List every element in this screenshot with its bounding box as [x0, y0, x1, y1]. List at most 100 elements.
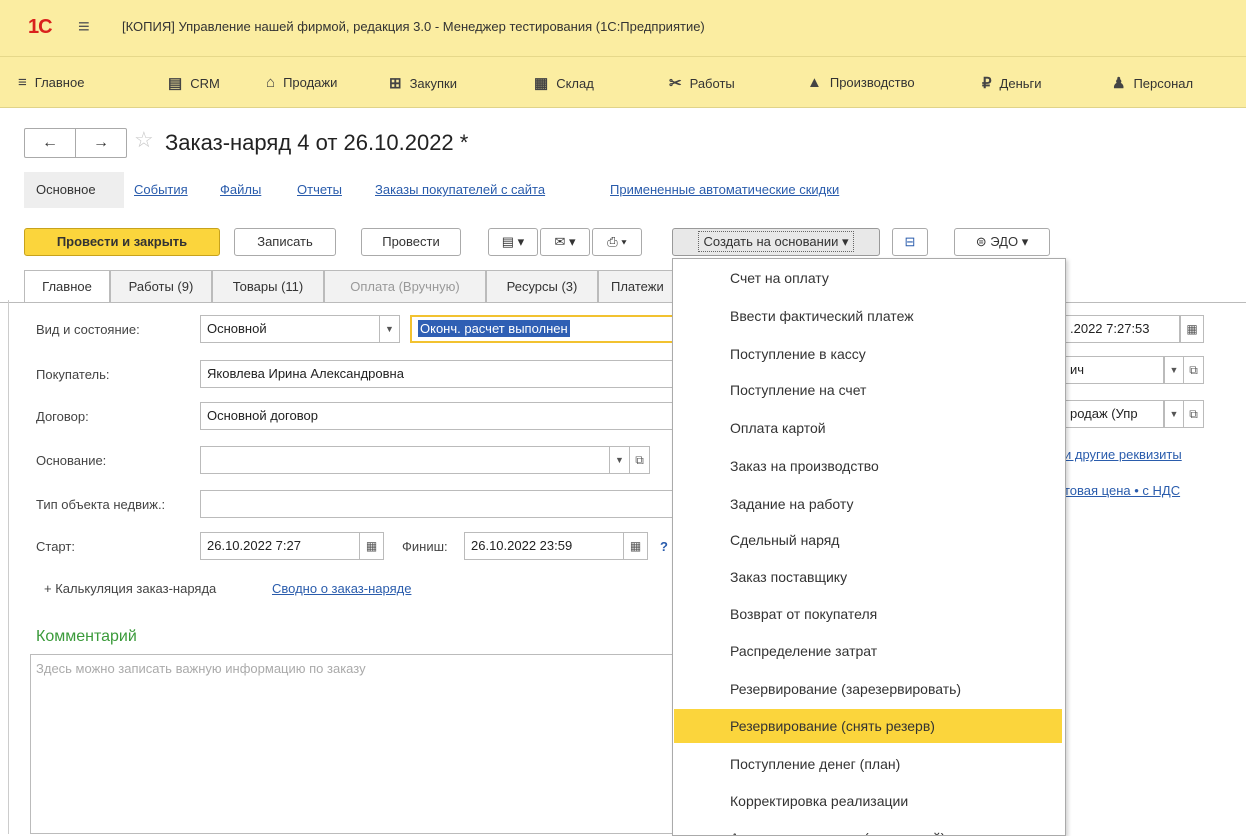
menu-item[interactable]: Ввести фактический платеж — [674, 299, 1062, 333]
inner-tab-payments[interactable]: Платежи — [598, 270, 674, 302]
create-based-on-menu: Счет на оплату Ввести фактический платеж… — [672, 258, 1066, 836]
menu-item[interactable]: Счет на оплату — [674, 261, 1062, 295]
basis-open-icon[interactable]: ⧉ — [630, 446, 650, 474]
section-main[interactable]: ≡ Главное — [18, 74, 84, 91]
tab-main[interactable]: Основное — [24, 172, 124, 208]
document-icon: ▤ ▾ — [501, 234, 525, 249]
section-warehouse[interactable]: ▦ Склад — [534, 74, 594, 92]
menu-item-highlighted[interactable]: Резервирование (снять резерв) — [674, 709, 1062, 743]
section-crm[interactable]: ▤ CRM — [168, 74, 220, 92]
menu-item[interactable]: Сдельный наряд — [674, 523, 1062, 557]
nav-buttons: ← → — [24, 128, 127, 158]
menu-item[interactable]: Заказ на производство — [674, 449, 1062, 483]
production-icon: ▲ — [807, 74, 822, 91]
post-and-close-button[interactable]: Провести и закрыть — [24, 228, 220, 256]
printer-icon: ⎙ ▾ — [607, 234, 627, 249]
favorite-star-icon[interactable]: ☆ — [134, 127, 154, 153]
state-field[interactable]: Оконч. расчет выполнен — [410, 315, 674, 343]
app-logo: 1С — [28, 16, 53, 38]
comment-textarea[interactable] — [30, 654, 680, 834]
print-dropdown-button[interactable]: ⎙ ▾ — [592, 228, 642, 256]
inner-tab-payment[interactable]: Оплата (Вручную) — [324, 270, 486, 302]
basis-label: Основание: — [36, 453, 107, 468]
responsible-field[interactable]: ич — [1064, 356, 1164, 384]
property-field[interactable] — [200, 490, 674, 518]
comment-title: Комментарий — [36, 628, 137, 645]
structure-icon[interactable]: ⊟ — [892, 228, 928, 256]
other-props-link[interactable]: и другие реквизиты — [1064, 447, 1182, 462]
form-left-border — [8, 300, 9, 834]
menu-item[interactable]: Поступление денег (план) — [674, 747, 1062, 781]
tab-auto-discounts[interactable]: Примененные автоматические скидки — [610, 182, 839, 197]
page-title: Заказ-наряд 4 от 26.10.2022 * — [165, 130, 469, 155]
inner-tab-resources[interactable]: Ресурсы (3) — [486, 270, 598, 302]
menu-item[interactable]: Оплата картой — [674, 411, 1062, 445]
email-dropdown-button[interactable]: ✉ ▾ — [540, 228, 590, 256]
basis-field[interactable] — [200, 446, 610, 474]
finish-calendar-icon[interactable]: ▦ — [624, 532, 648, 560]
money-icon: ₽ — [982, 75, 992, 92]
tab-events[interactable]: События — [134, 182, 188, 197]
department-open-icon[interactable]: ⧉ — [1184, 400, 1204, 428]
kind-field[interactable]: Основной — [200, 315, 380, 343]
menu-icon: ≡ — [18, 74, 27, 91]
kind-label: Вид и состояние: — [36, 322, 140, 337]
section-sales[interactable]: ⌂ Продажи — [266, 74, 337, 91]
post-button[interactable]: Провести — [361, 228, 461, 256]
menu-item[interactable]: Задание на работу — [674, 487, 1062, 521]
menu-item[interactable]: Корректировка реализации — [674, 784, 1062, 818]
menu-item[interactable]: Распределение затрат — [674, 634, 1062, 668]
summary-link[interactable]: Сводно о заказ-наряде — [272, 581, 411, 596]
department-field[interactable]: родаж (Упр — [1064, 400, 1164, 428]
window-title: [КОПИЯ] Управление нашей фирмой, редакци… — [122, 19, 705, 34]
inner-tab-main[interactable]: Главное — [24, 270, 110, 303]
inner-tab-works[interactable]: Работы (9) — [110, 270, 212, 302]
basis-dropdown-icon[interactable]: ▼ — [610, 446, 630, 474]
comment-placeholder: Здесь можно записать важную информацию п… — [36, 661, 366, 676]
menu-item[interactable]: Заказ поставщику — [674, 560, 1062, 594]
finish-field[interactable]: 26.10.2022 23:59 — [464, 532, 624, 560]
envelope-icon: ✉ ▾ — [554, 234, 576, 249]
staff-icon: ♟ — [1112, 75, 1126, 92]
help-icon[interactable]: ? — [660, 539, 668, 554]
warehouse-icon: ▦ — [534, 75, 549, 92]
buyer-field[interactable]: Яковлева Ирина Александровна — [200, 360, 674, 388]
kind-dropdown-icon[interactable]: ▼ — [380, 315, 400, 343]
section-purchases[interactable]: ⊞ Закупки — [389, 74, 457, 92]
hamburger-menu-icon[interactable]: ≡ — [78, 16, 90, 39]
save-button[interactable]: Записать — [234, 228, 336, 256]
department-dropdown-icon[interactable]: ▼ — [1164, 400, 1184, 428]
buyer-label: Покупатель: — [36, 367, 110, 382]
menu-item[interactable]: Возврат от покупателя — [674, 597, 1062, 631]
back-arrow-icon[interactable]: ← — [25, 129, 76, 157]
inner-tab-goods[interactable]: Товары (11) — [212, 270, 324, 302]
create-based-on-button[interactable]: Создать на основании ▾ — [672, 228, 880, 256]
section-production[interactable]: ▲ Производство — [807, 74, 915, 91]
menu-item[interactable]: Резервирование (зарезервировать) — [674, 672, 1062, 706]
property-label: Тип объекта недвиж.: — [36, 497, 166, 512]
menu-item[interactable]: Поступление на счет — [674, 373, 1062, 407]
finish-label: Финиш: — [402, 539, 448, 554]
tab-site-orders[interactable]: Заказы покупателей с сайта — [375, 182, 545, 197]
calc-link[interactable]: + Калькуляция заказ-наряда — [44, 581, 216, 596]
section-money[interactable]: ₽ Деньги — [982, 74, 1042, 92]
purchases-icon: ⊞ — [389, 75, 402, 92]
section-works[interactable]: ✂ Работы — [669, 74, 735, 92]
menu-item[interactable]: Поступление в кассу — [674, 337, 1062, 371]
start-calendar-icon[interactable]: ▦ — [360, 532, 384, 560]
crm-icon: ▤ — [168, 75, 183, 92]
tab-reports[interactable]: Отчеты — [297, 182, 342, 197]
price-type-link[interactable]: товая цена • с НДС — [1064, 483, 1180, 498]
tab-files[interactable]: Файлы — [220, 182, 261, 197]
section-staff[interactable]: ♟ Персонал — [1112, 74, 1193, 92]
date-calendar-icon[interactable]: ▦ — [1180, 315, 1204, 343]
date-field[interactable]: .2022 7:27:53 — [1064, 315, 1180, 343]
document-dropdown-button[interactable]: ▤ ▾ — [488, 228, 538, 256]
start-field[interactable]: 26.10.2022 7:27 — [200, 532, 360, 560]
responsible-dropdown-icon[interactable]: ▼ — [1164, 356, 1184, 384]
contract-field[interactable]: Основной договор — [200, 402, 674, 430]
contract-label: Договор: — [36, 409, 89, 424]
edo-button[interactable]: ⊜ ЭДО ▾ — [954, 228, 1050, 256]
responsible-open-icon[interactable]: ⧉ — [1184, 356, 1204, 384]
forward-arrow-icon[interactable]: → — [76, 129, 126, 157]
